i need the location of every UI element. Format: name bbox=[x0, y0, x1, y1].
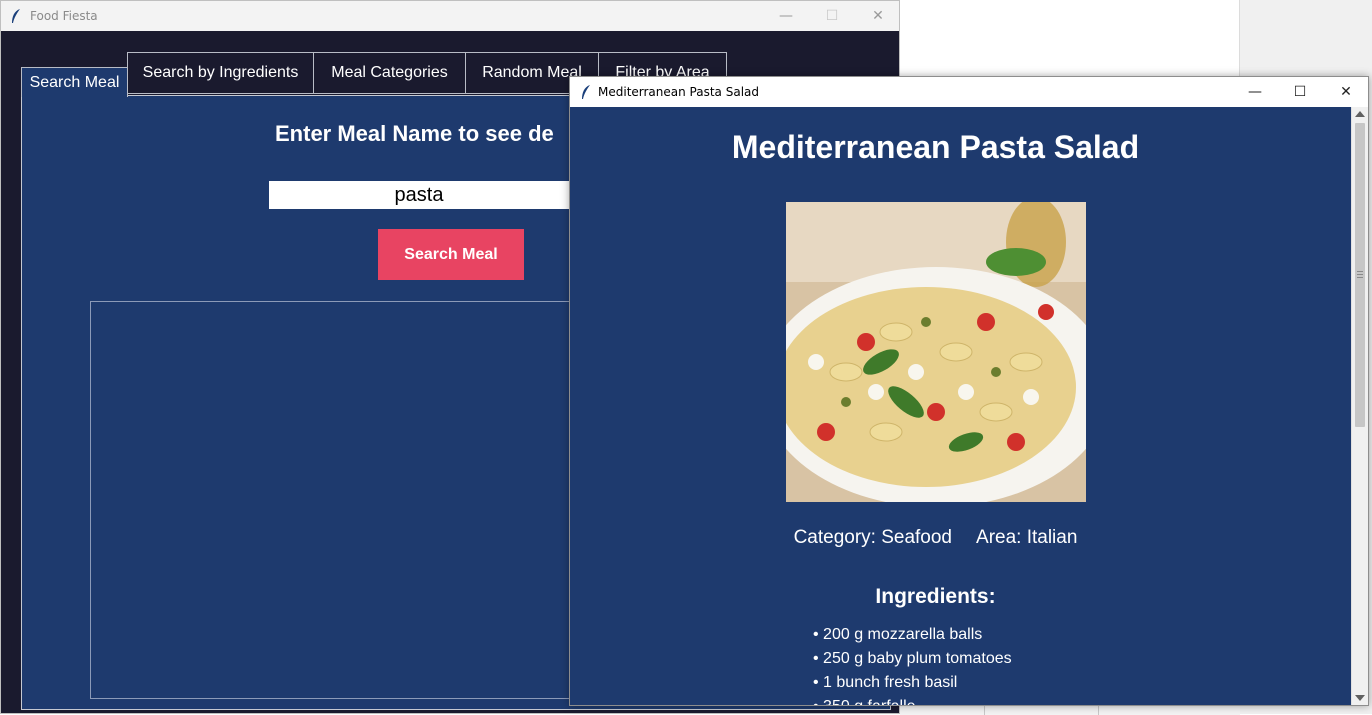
results-area bbox=[90, 301, 575, 699]
meal-title: Mediterranean Pasta Salad bbox=[731, 129, 1140, 165]
popup-close-button[interactable]: ✕ bbox=[1323, 77, 1368, 107]
feather-icon bbox=[582, 85, 590, 99]
meal-category: Category: Seafood bbox=[793, 527, 953, 548]
popup-window-title: Mediterranean Pasta Salad bbox=[598, 85, 759, 99]
search-prompt: Enter Meal Name to see de bbox=[275, 121, 554, 146]
close-icon: ✕ bbox=[872, 8, 884, 24]
close-icon: ✕ bbox=[1340, 84, 1352, 100]
meal-detail-window: Mediterranean Pasta Salad — ☐ ✕ Mediterr… bbox=[569, 76, 1369, 706]
tab-search-by-ingredients[interactable]: Search by Ingredients bbox=[127, 52, 314, 94]
scroll-up-icon[interactable] bbox=[1355, 111, 1365, 117]
ingredients-list: • 200 g mozzarella balls • 250 g baby pl… bbox=[813, 623, 1012, 705]
scrollbar-thumb[interactable] bbox=[1355, 123, 1365, 427]
maximize-button[interactable]: ☐ bbox=[809, 1, 855, 31]
ingredient-item: • 250 g baby plum tomatoes bbox=[813, 650, 1012, 667]
popup-minimize-button[interactable]: — bbox=[1232, 77, 1278, 107]
meal-area: Area: Italian bbox=[976, 527, 1078, 548]
main-titlebar: Food Fiesta — ☐ ✕ bbox=[1, 1, 899, 31]
close-button[interactable]: ✕ bbox=[855, 1, 901, 31]
feather-icon bbox=[12, 9, 20, 23]
minimize-icon: — bbox=[1248, 84, 1262, 100]
minimize-icon: — bbox=[779, 8, 793, 24]
popup-maximize-button[interactable]: ☐ bbox=[1277, 77, 1323, 107]
ingredient-item: • 200 g mozzarella balls bbox=[813, 626, 983, 643]
meal-search-input[interactable]: pasta bbox=[269, 181, 569, 209]
ingredient-item: • 350 g farfalle bbox=[813, 695, 1012, 705]
search-meal-button[interactable]: Search Meal bbox=[378, 229, 524, 280]
ingredient-item: • 1 bunch fresh basil bbox=[813, 674, 958, 691]
popup-titlebar: Mediterranean Pasta Salad — ☐ ✕ bbox=[570, 77, 1368, 107]
minimize-button[interactable]: — bbox=[763, 1, 809, 31]
tab-search-meal[interactable]: Search Meal bbox=[21, 67, 128, 97]
maximize-icon: ☐ bbox=[825, 8, 839, 24]
tab-meal-categories[interactable]: Meal Categories bbox=[313, 52, 466, 94]
meal-meta: Category: Seafood Area: Italian bbox=[570, 527, 1301, 549]
maximize-icon: ☐ bbox=[1293, 84, 1307, 100]
main-window-title: Food Fiesta bbox=[30, 9, 98, 23]
meal-photo bbox=[786, 202, 1086, 502]
popup-scrollbar[interactable] bbox=[1351, 107, 1368, 705]
ingredients-heading: Ingredients: bbox=[875, 585, 996, 608]
scroll-down-icon[interactable] bbox=[1355, 695, 1365, 701]
